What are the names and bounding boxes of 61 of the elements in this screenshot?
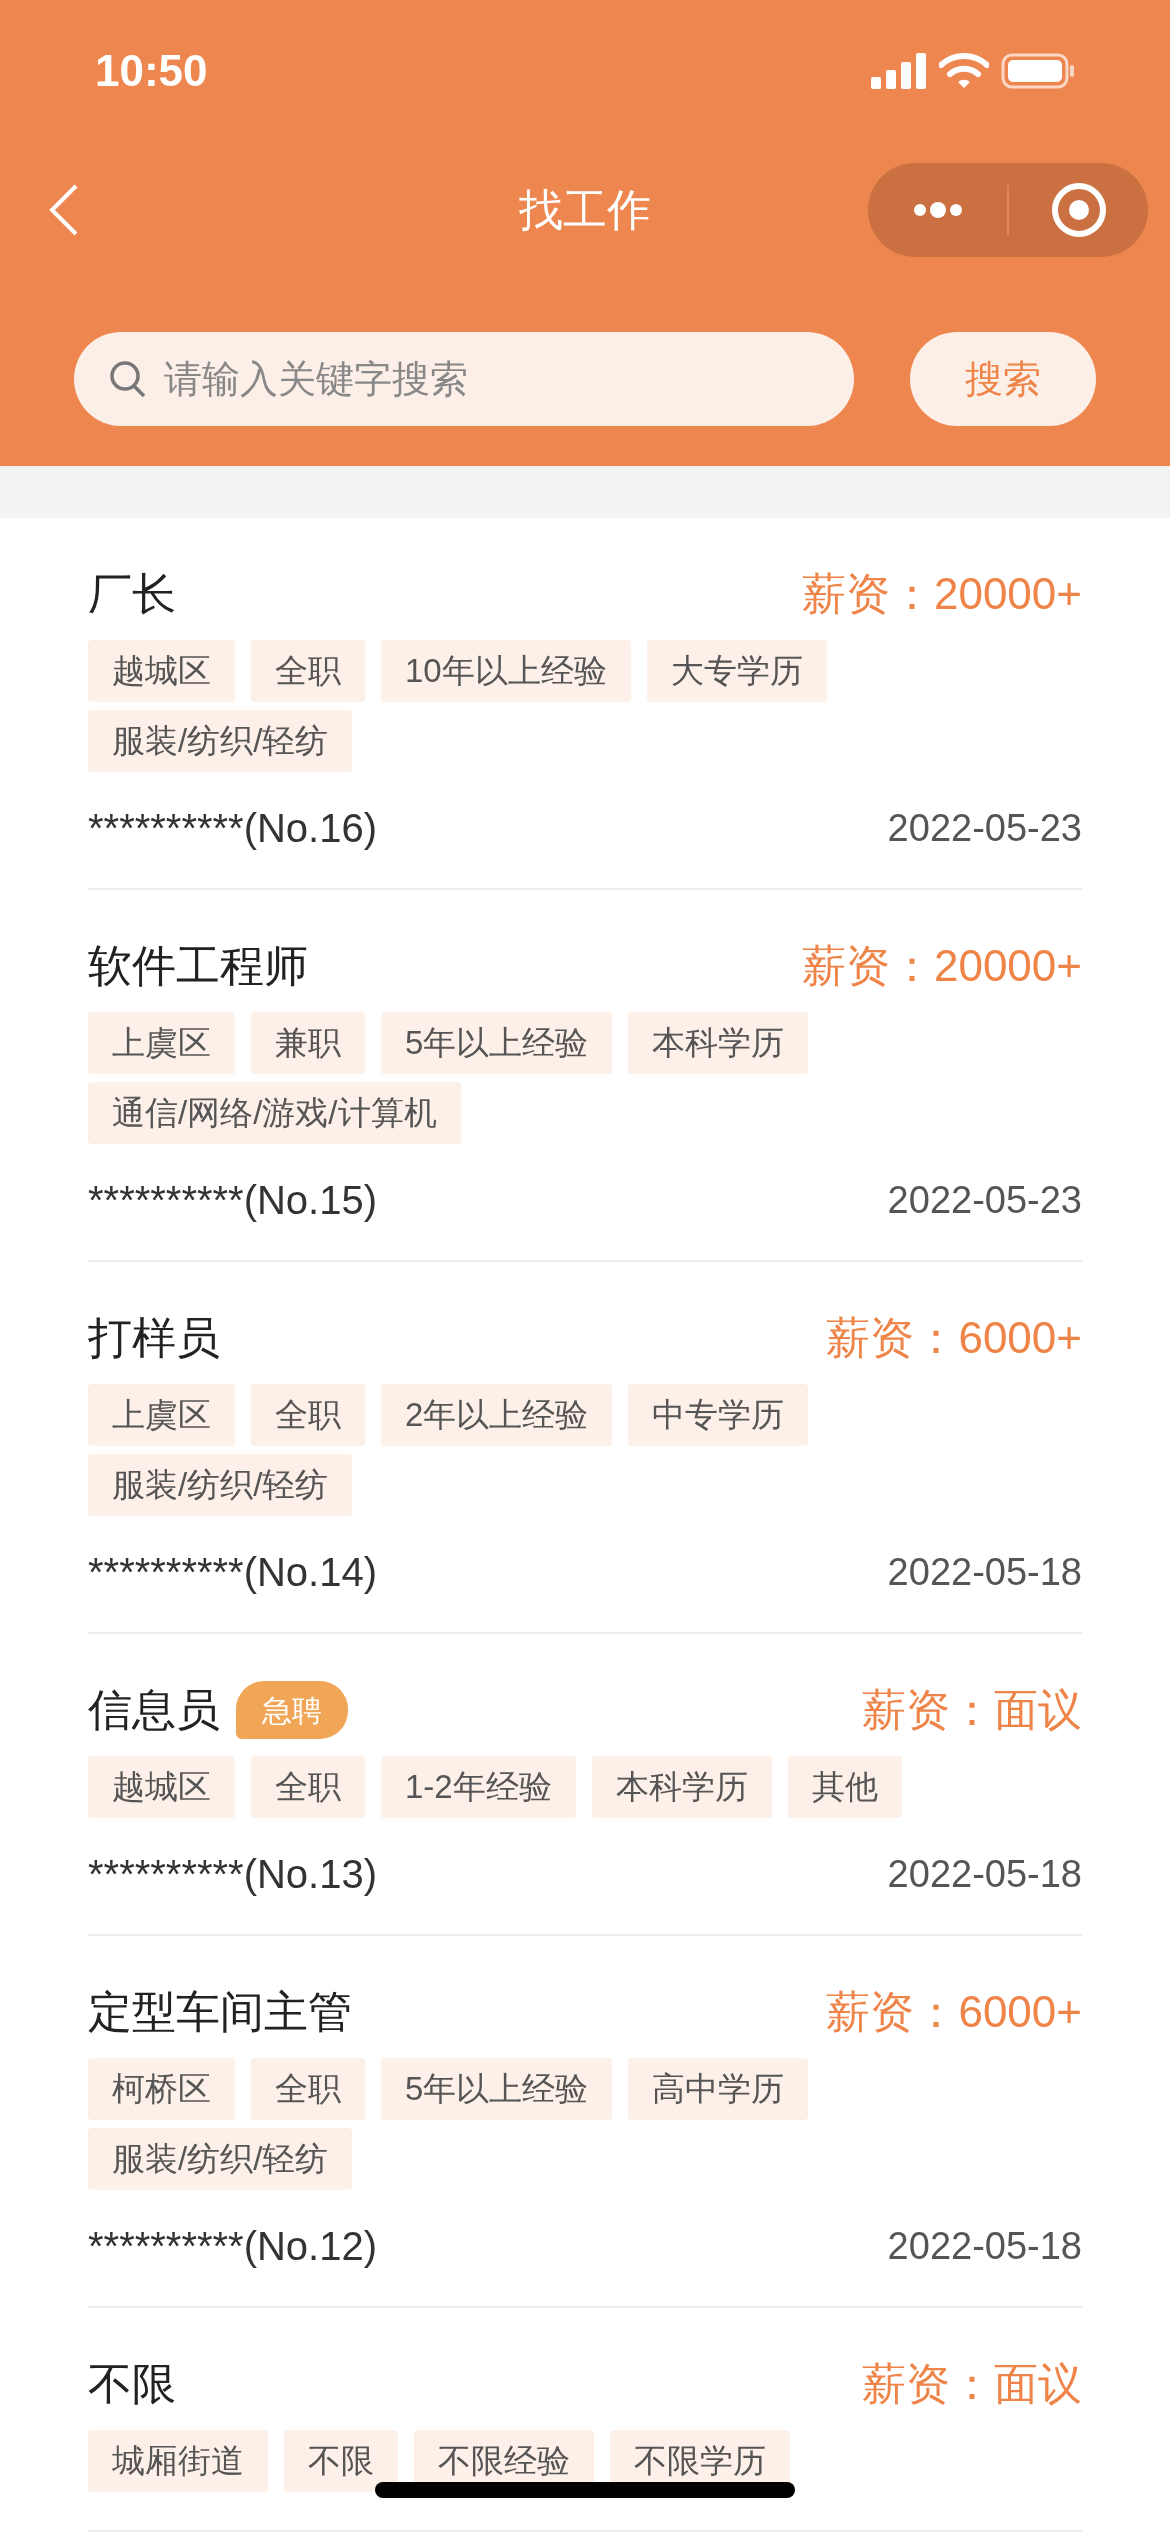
page-title: 找工作 bbox=[519, 184, 651, 236]
job-title: 信息员 bbox=[88, 1684, 220, 1736]
company-name: **********(No.14) bbox=[88, 1549, 378, 1596]
job-tag: 城厢街道 bbox=[88, 2430, 268, 2492]
job-tag: 服装/纺织/轻纺 bbox=[88, 2128, 353, 2190]
salary: 薪资：面议 bbox=[862, 1684, 1082, 1736]
post-date: 2022-05-23 bbox=[887, 1177, 1082, 1223]
search-field[interactable]: 请输入关键字搜索 bbox=[74, 332, 854, 426]
salary: 薪资：20000+ bbox=[801, 568, 1082, 620]
job-tag: 本科学历 bbox=[591, 1756, 772, 1818]
signal-icon bbox=[871, 53, 927, 89]
post-date: 2022-05-23 bbox=[887, 805, 1082, 851]
job-tag: 1-2年经验 bbox=[381, 1756, 576, 1818]
search-icon bbox=[108, 359, 148, 399]
job-tag: 兼职 bbox=[251, 1012, 365, 1074]
post-date: 2022-05-18 bbox=[887, 1851, 1082, 1897]
job-tag: 不限 bbox=[284, 2430, 398, 2492]
job-tag: 全职 bbox=[251, 640, 365, 702]
job-tag: 10年以上经验 bbox=[381, 640, 631, 702]
job-tag: 柯桥区 bbox=[88, 2058, 235, 2120]
company-name: **********(No.15) bbox=[88, 1177, 378, 1224]
job-tag: 服装/纺织/轻纺 bbox=[88, 710, 353, 772]
company-name: **********(No.12) bbox=[88, 2223, 378, 2270]
more-icon[interactable] bbox=[911, 200, 964, 220]
job-tag: 越城区 bbox=[88, 1756, 235, 1818]
job-title: 不限 bbox=[88, 2358, 176, 2410]
company-name: **********(No.13) bbox=[88, 1851, 378, 1898]
job-tag: 全职 bbox=[251, 1756, 365, 1818]
job-tag: 其他 bbox=[787, 1756, 902, 1818]
status-time: 10:50 bbox=[95, 45, 208, 97]
job-title: 软件工程师 bbox=[88, 940, 308, 992]
salary: 薪资：20000+ bbox=[801, 940, 1082, 992]
salary: 薪资：面议 bbox=[862, 2358, 1082, 2410]
wifi-icon bbox=[939, 53, 989, 89]
post-date: 2022-05-18 bbox=[887, 1549, 1082, 1595]
job-tag: 本科学历 bbox=[628, 1012, 809, 1074]
job-tag: 中专学历 bbox=[628, 1384, 809, 1446]
job-tag: 5年以上经验 bbox=[381, 2058, 613, 2120]
close-target-icon[interactable] bbox=[1050, 182, 1107, 238]
salary: 薪资：6000+ bbox=[826, 1986, 1082, 2038]
job-tag: 全职 bbox=[251, 1384, 365, 1446]
job-tag: 全职 bbox=[251, 2058, 365, 2120]
back-icon[interactable] bbox=[48, 182, 80, 238]
job-tag: 大专学历 bbox=[646, 640, 827, 702]
job-title: 打样员 bbox=[88, 1312, 220, 1364]
urgent-badge: 急聘 bbox=[236, 1681, 348, 1739]
job-title: 厂长 bbox=[88, 568, 176, 620]
post-date: 2022-05-18 bbox=[887, 2223, 1082, 2269]
job-title: 定型车间主管 bbox=[88, 1986, 352, 2038]
job-tag: 高中学历 bbox=[628, 2058, 809, 2120]
job-tag: 上虞区 bbox=[88, 1012, 235, 1074]
job-tag: 上虞区 bbox=[88, 1384, 235, 1446]
job-tag: 2年以上经验 bbox=[381, 1384, 613, 1446]
salary: 薪资：6000+ bbox=[826, 1312, 1082, 1364]
company-name: **********(No.16) bbox=[88, 805, 378, 852]
job-tag: 服装/纺织/轻纺 bbox=[88, 1454, 353, 1516]
job-tag: 越城区 bbox=[88, 640, 235, 702]
battery-icon bbox=[1001, 53, 1075, 89]
search-button[interactable]: 搜索 bbox=[910, 332, 1096, 426]
job-tag: 5年以上经验 bbox=[381, 1012, 613, 1074]
job-tag: 通信/网络/游戏/计算机 bbox=[88, 1082, 461, 1144]
